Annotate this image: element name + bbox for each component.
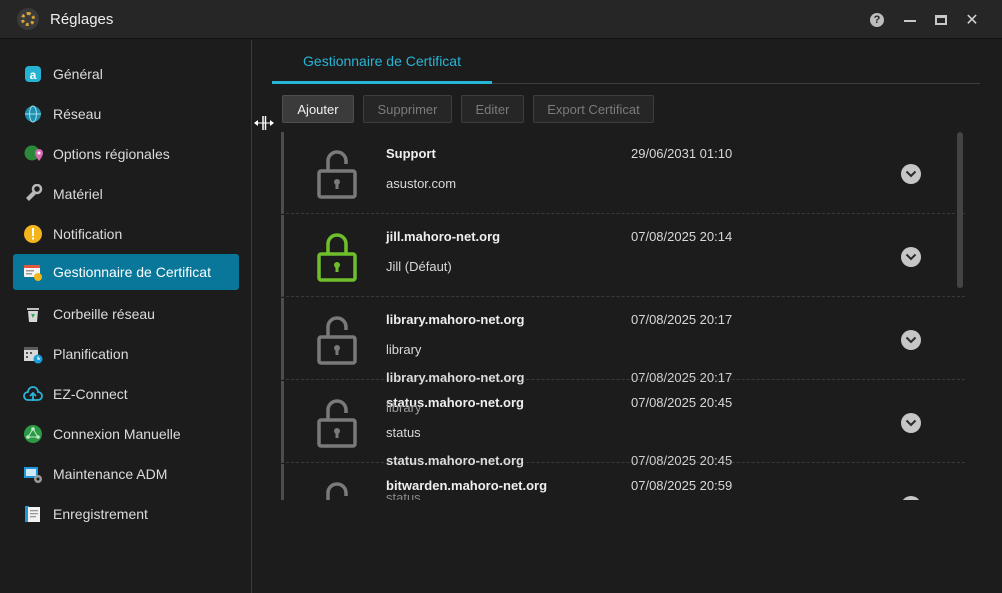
minimize-icon bbox=[904, 20, 916, 22]
sidebar-item-label: Notification bbox=[53, 226, 123, 242]
sidebar-item-label: Connexion Manuelle bbox=[53, 426, 181, 442]
certificate-icon bbox=[23, 262, 43, 282]
certificate-domain: status bbox=[386, 425, 421, 440]
sidebar-item-label: Réseau bbox=[53, 106, 102, 122]
sidebar-item-regional-options[interactable]: Options régionales bbox=[13, 136, 239, 172]
unlocked-padlock-icon bbox=[317, 396, 357, 448]
certificate-list: Support 29/06/2031 01:10 asustor.com jil… bbox=[281, 130, 965, 500]
sidebar-item-hardware[interactable]: Matériel bbox=[13, 176, 239, 212]
sidebar-item-label: Maintenance ADM bbox=[53, 466, 168, 482]
ghost-certificate-name: library.mahoro-net.org bbox=[386, 370, 525, 385]
expand-button[interactable] bbox=[901, 496, 921, 500]
cloud-upload-icon bbox=[23, 384, 43, 404]
maintenance-icon bbox=[23, 464, 43, 484]
log-icon bbox=[23, 504, 43, 524]
expand-button[interactable] bbox=[901, 330, 921, 350]
unlocked-padlock-icon bbox=[317, 479, 357, 500]
maximize-icon bbox=[935, 15, 947, 25]
window-title: Réglages bbox=[50, 11, 114, 28]
certificate-domain: status bbox=[386, 490, 421, 500]
network-icon bbox=[23, 424, 43, 444]
resize-cursor-icon bbox=[253, 115, 275, 131]
certificate-date: 07/08/2025 20:59 bbox=[631, 478, 733, 493]
certificate-row[interactable]: bitwarden.mahoro-net.org 07/08/2025 20:5… bbox=[281, 464, 965, 500]
sidebar-item-label: Options régionales bbox=[53, 146, 170, 162]
ghost-certificate-domain: library bbox=[386, 400, 422, 415]
help-button[interactable]: ? bbox=[867, 10, 887, 30]
close-icon: ✕ bbox=[965, 12, 979, 29]
expand-button[interactable] bbox=[901, 413, 921, 433]
minimize-button[interactable] bbox=[900, 10, 920, 30]
general-icon: a bbox=[23, 64, 43, 84]
main-panel: Gestionnaire de Certificat Ajouter Suppr… bbox=[253, 40, 1002, 593]
unlocked-padlock-icon bbox=[317, 147, 357, 199]
certificate-date: 07/08/2025 20:17 bbox=[631, 312, 733, 327]
calendar-clock-icon bbox=[23, 344, 43, 364]
title-bar: Réglages ? ✕ bbox=[0, 0, 1002, 39]
list-scrollbar[interactable] bbox=[957, 132, 963, 288]
sidebar-item-label: Matériel bbox=[53, 186, 103, 202]
ghost-certificate-date: 07/08/2025 20:17 bbox=[631, 370, 733, 385]
chevron-down-icon bbox=[905, 170, 917, 178]
help-icon: ? bbox=[870, 13, 884, 27]
certificate-name: Support bbox=[386, 146, 436, 161]
expand-button[interactable] bbox=[901, 164, 921, 184]
certificate-date: 07/08/2025 20:45 bbox=[631, 395, 733, 410]
export-certificate-button[interactable]: Export Certificat bbox=[533, 95, 654, 123]
sidebar-item-network[interactable]: Réseau bbox=[13, 96, 239, 132]
sidebar-item-general[interactable]: a Général bbox=[13, 56, 239, 92]
svg-text:a: a bbox=[30, 68, 37, 82]
sidebar-item-manual-connection[interactable]: Connexion Manuelle bbox=[13, 416, 239, 452]
chevron-down-icon bbox=[905, 336, 917, 344]
certificate-date: 29/06/2031 01:10 bbox=[631, 146, 733, 161]
maximize-button[interactable] bbox=[931, 10, 951, 30]
sidebar-item-label: Planification bbox=[53, 346, 129, 362]
sidebar: a Général Réseau Options régionales Maté… bbox=[0, 40, 252, 593]
settings-app-icon bbox=[17, 8, 39, 30]
sidebar-item-label: Général bbox=[53, 66, 103, 82]
region-pin-icon bbox=[23, 144, 43, 164]
tab-bar: Gestionnaire de Certificat bbox=[272, 40, 980, 84]
add-button[interactable]: Ajouter bbox=[282, 95, 354, 123]
tab-certificate-manager[interactable]: Gestionnaire de Certificat bbox=[272, 40, 492, 84]
sidebar-item-notification[interactable]: Notification bbox=[13, 216, 239, 252]
chevron-down-icon bbox=[905, 253, 917, 261]
certificate-date: 07/08/2025 20:14 bbox=[631, 229, 733, 244]
locked-padlock-icon bbox=[317, 230, 357, 282]
certificate-domain: asustor.com bbox=[386, 176, 457, 191]
certificate-row[interactable]: status.mahoro-net.org 07/08/2025 20:45 s… bbox=[281, 381, 965, 463]
certificate-domain: Jill (Défaut) bbox=[386, 259, 452, 274]
sidebar-item-scheduling[interactable]: Planification bbox=[13, 336, 239, 372]
certificate-row[interactable]: Support 29/06/2031 01:10 asustor.com bbox=[281, 132, 965, 214]
certificate-row[interactable]: library.mahoro-net.org 07/08/2025 20:17 … bbox=[281, 298, 965, 380]
sidebar-item-label: EZ-Connect bbox=[53, 386, 128, 402]
sidebar-item-adm-maintenance[interactable]: Maintenance ADM bbox=[13, 456, 239, 492]
certificate-name: library.mahoro-net.org bbox=[386, 312, 525, 327]
certificate-row[interactable]: jill.mahoro-net.org 07/08/2025 20:14 Jil… bbox=[281, 215, 965, 297]
sidebar-item-label: Gestionnaire de Certificat bbox=[53, 264, 211, 280]
ghost-certificate-name: status.mahoro-net.org bbox=[386, 453, 524, 468]
sidebar-item-network-recycle-bin[interactable]: Corbeille réseau bbox=[13, 296, 239, 332]
delete-button[interactable]: Supprimer bbox=[363, 95, 452, 123]
certificate-domain: library bbox=[386, 342, 422, 357]
ghost-certificate-date: 07/08/2025 20:45 bbox=[631, 453, 733, 468]
recycle-bin-icon bbox=[23, 304, 43, 324]
close-button[interactable]: ✕ bbox=[962, 10, 982, 30]
sidebar-item-logging[interactable]: Enregistrement bbox=[13, 496, 239, 532]
hardware-icon bbox=[23, 184, 43, 204]
sidebar-item-label: Corbeille réseau bbox=[53, 306, 155, 322]
expand-button[interactable] bbox=[901, 247, 921, 267]
chevron-down-icon bbox=[905, 419, 917, 427]
globe-icon bbox=[23, 104, 43, 124]
alert-icon bbox=[23, 224, 43, 244]
sidebar-item-ez-connect[interactable]: EZ-Connect bbox=[13, 376, 239, 412]
certificate-name: jill.mahoro-net.org bbox=[386, 229, 501, 244]
unlocked-padlock-icon bbox=[317, 313, 357, 365]
sidebar-item-label: Enregistrement bbox=[53, 506, 148, 522]
edit-button[interactable]: Editer bbox=[461, 95, 524, 123]
sidebar-item-certificate-manager[interactable]: Gestionnaire de Certificat bbox=[13, 254, 239, 290]
